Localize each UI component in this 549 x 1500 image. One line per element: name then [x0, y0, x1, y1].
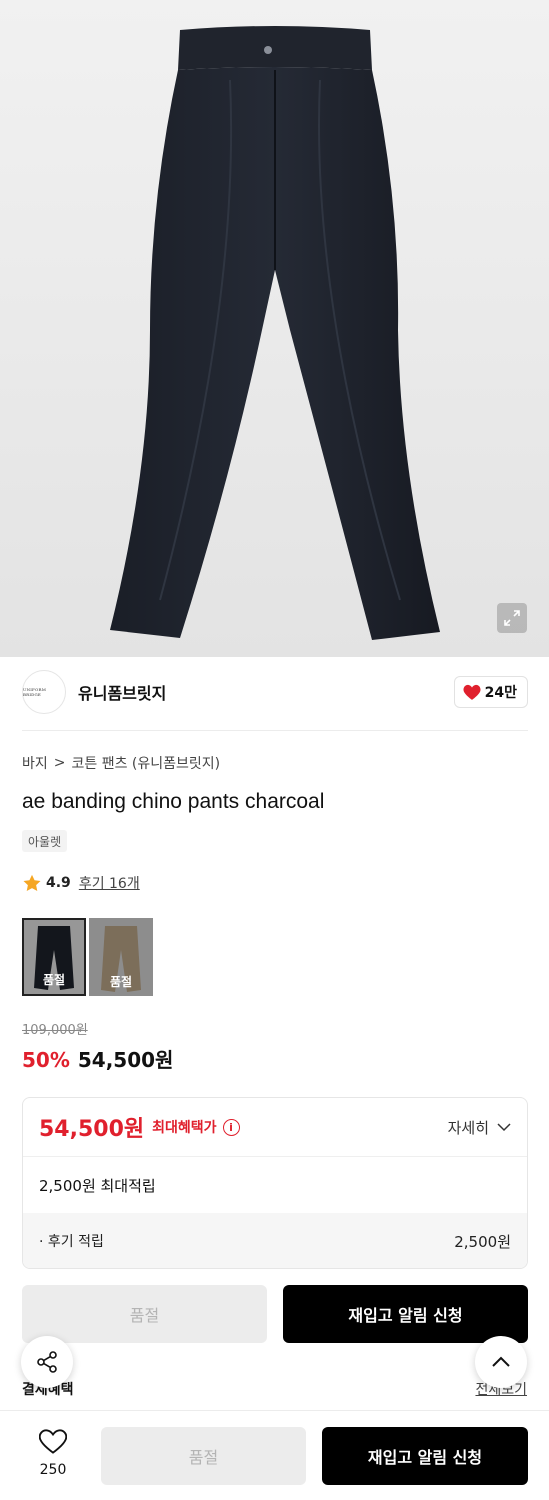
brand-logo[interactable]: UNIFORM BRIDGE [22, 670, 66, 714]
chevron-up-icon [492, 1356, 510, 1367]
brand-like-count: 24만 [484, 685, 517, 701]
swatch-beige[interactable]: 품절 [89, 918, 153, 996]
breadcrumb-subcategory[interactable]: 코튼 팬츠 (유니폼브릿지) [72, 753, 221, 773]
brand-like-button[interactable]: 24만 [453, 676, 528, 708]
info-icon[interactable]: i [222, 1118, 240, 1136]
heart-outline-icon [38, 1429, 68, 1454]
breadcrumb-category[interactable]: 바지 [22, 753, 48, 773]
benefit-header: 54,500원 최대혜택가 i 자세히 [23, 1098, 527, 1156]
breadcrumb: 바지 > 코튼 팬츠 (유니폼브릿지) [22, 753, 220, 773]
rating-row: 4.9 후기 16개 [22, 873, 140, 893]
swatch-soldout-label: 품절 [109, 975, 133, 989]
brand-row: UNIFORM BRIDGE 유니폼브릿지 24만 [22, 669, 528, 715]
product-image[interactable] [0, 0, 549, 657]
brand-logo-text: UNIFORM BRIDGE [23, 687, 47, 697]
soldout-button[interactable]: 품절 [22, 1285, 267, 1343]
restock-notify-button[interactable]: 재입고 알림 신청 [283, 1285, 528, 1343]
heart-filled-icon [463, 684, 481, 700]
divider [22, 730, 528, 731]
bottom-action-bar: 250 품절 재입고 알림 신청 [0, 1410, 549, 1500]
expand-image-button[interactable] [497, 603, 527, 633]
expand-icon [504, 610, 520, 626]
swatch-soldout-label: 품절 [42, 973, 66, 987]
share-button[interactable] [21, 1336, 73, 1388]
scroll-top-button[interactable] [475, 1336, 527, 1388]
original-price: 109,000원 [22, 1023, 88, 1038]
detail-label: 자세히 [447, 1118, 489, 1137]
chevron-down-icon [497, 1122, 511, 1131]
brand-name[interactable]: 유니폼브릿지 [78, 680, 454, 704]
share-icon [37, 1351, 57, 1373]
benefit-box: 54,500원 최대혜택가 i 자세히 2,500원 최대적립 · 후기 적립 … [22, 1097, 528, 1269]
product-title: ae banding chino pants charcoal [22, 790, 325, 813]
max-benefit-label: 최대혜택가 [152, 1120, 217, 1136]
max-points: 2,500원 최대적립 [39, 1176, 156, 1195]
pants-illustration [110, 26, 440, 640]
review-points-label: · 후기 적립 [39, 1234, 104, 1250]
chevron-right-icon: > [53, 755, 66, 771]
review-points-row: · 후기 적립 2,500원 [23, 1213, 527, 1268]
color-swatches: 품절 품절 [22, 918, 153, 996]
review-link[interactable]: 후기 16개 [79, 873, 140, 893]
detail-toggle[interactable]: 자세히 [448, 1117, 511, 1138]
price-row: 50% 54,500원 [22, 1044, 173, 1073]
like-button[interactable]: 250 [22, 1429, 84, 1478]
bottom-restock-notify-button[interactable]: 재입고 알림 신청 [322, 1427, 528, 1485]
rating-score: 4.9 [46, 875, 71, 891]
outlet-badge: 아울렛 [22, 830, 68, 852]
benefit-price: 54,500원 [39, 1117, 145, 1142]
like-count: 250 [39, 1462, 67, 1478]
discount-rate: 50% [22, 1048, 70, 1072]
bottom-soldout-button[interactable]: 품절 [101, 1427, 306, 1485]
star-icon [23, 874, 41, 891]
swatch-charcoal[interactable]: 품절 [22, 918, 86, 996]
action-buttons: 품절 재입고 알림 신청 [22, 1285, 528, 1343]
review-points-amount: 2,500원 [454, 1232, 511, 1251]
sale-price: 54,500원 [77, 1048, 174, 1072]
